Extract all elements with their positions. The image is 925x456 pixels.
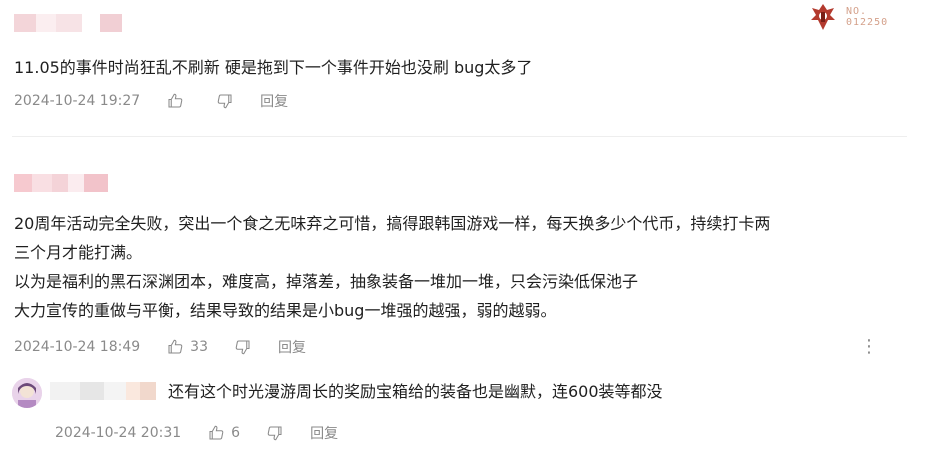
thumbs-up-icon [209, 425, 224, 440]
horde-emblem-icon [811, 4, 835, 30]
username-redacted[interactable] [14, 14, 122, 32]
username-redacted[interactable] [50, 382, 156, 400]
like-count: 6 [231, 425, 241, 441]
like-button[interactable]: 6 [207, 424, 240, 442]
reply-text: 还有这个时光漫游周长的奖励宝箱给的装备也是幽默，连600装等都没 [168, 382, 663, 401]
badge-emblem [808, 2, 838, 32]
dislike-button[interactable] [266, 424, 284, 442]
badge-no-label: NO. [846, 6, 868, 17]
username-redacted[interactable] [14, 174, 108, 192]
comment-line: 20周年活动完全失败，突出一个食之无味弃之可惜，搞得跟韩国游戏一样，每天换多少个… [14, 214, 771, 233]
comment-time: 2024-10-24 18:49 [14, 339, 141, 355]
reply-button[interactable]: 回复 [260, 91, 288, 111]
thumbs-up-icon [168, 339, 183, 354]
avatar[interactable] [12, 378, 42, 408]
avatar-image [12, 378, 42, 408]
dislike-button[interactable] [216, 92, 234, 110]
like-count: 33 [190, 339, 208, 355]
comment-line: 三个月才能打满。 [14, 243, 143, 262]
like-button[interactable] [166, 92, 184, 110]
more-vertical-icon[interactable]: ⋮ [860, 338, 878, 356]
reply-time: 2024-10-24 20:31 [55, 425, 182, 441]
comment-line: 11.05的事件时尚狂乱不刷新 硬是拖到下一个事件开始也没刷 bug太多了 [14, 58, 533, 77]
comment-meta: 2024-10-24 18:49 33 回复 [14, 337, 306, 357]
dislike-button[interactable] [234, 338, 252, 356]
like-button[interactable]: 33 [166, 338, 208, 356]
comment-line: 大力宣传的重做与平衡，结果导致的结果是小bug一堆强的越强，弱的越弱。 [14, 301, 557, 320]
badge-label: NO. 012250 [846, 6, 888, 28]
reply-button[interactable]: 回复 [310, 423, 338, 443]
thumbs-up-icon [168, 93, 183, 108]
comment-text: 20周年活动完全失败，突出一个食之无味弃之可惜，搞得跟韩国游戏一样，每天换多少个… [14, 209, 904, 325]
thumbs-down-icon [235, 340, 250, 355]
thumbs-down-icon [267, 426, 282, 441]
reply-button[interactable]: 回复 [278, 337, 306, 357]
thumbs-down-icon [217, 94, 232, 109]
divider [12, 136, 907, 137]
comment-meta: 2024-10-24 19:27 回复 [14, 91, 288, 111]
comment-line: 以为是福利的黑石深渊团本，难度高，掉落差，抽象装备一堆加一堆，只会污染低保池子 [14, 272, 639, 291]
comment-time: 2024-10-24 19:27 [14, 93, 141, 109]
comment-text: 11.05的事件时尚狂乱不刷新 硬是拖到下一个事件开始也没刷 bug太多了 [14, 53, 894, 82]
reply-meta: 2024-10-24 20:31 6 回复 [55, 423, 338, 443]
badge-number: 012250 [846, 17, 889, 28]
